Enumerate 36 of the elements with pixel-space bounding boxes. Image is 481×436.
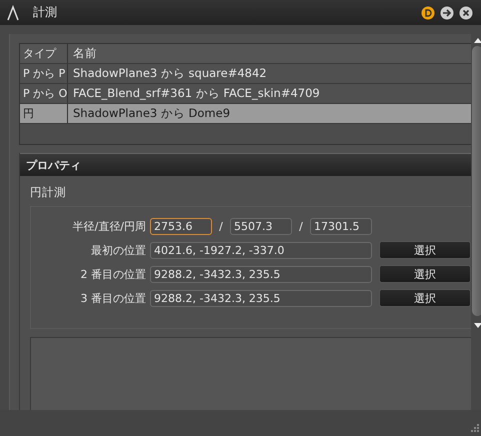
field-label: 半径/直径/円周 bbox=[72, 218, 147, 234]
separator-slash: / bbox=[218, 220, 224, 232]
input-field[interactable]: 5507.3 bbox=[230, 218, 292, 234]
separator-slash: / bbox=[298, 220, 304, 232]
input-field[interactable]: 9288.2, -3432.3, 235.5 bbox=[150, 266, 372, 282]
close-icon[interactable] bbox=[459, 6, 473, 20]
table-cell-text: ShadowPlane3 から square#4842 bbox=[72, 66, 267, 81]
app-logo-icon bbox=[7, 4, 19, 20]
table-row[interactable]: 円 ShadowPlane3 から Dome9 bbox=[20, 104, 471, 124]
input-field[interactable]: 9288.2, -3432.3, 235.5 bbox=[150, 290, 372, 306]
field-label: 3 番目の位置 bbox=[80, 290, 147, 306]
d-badge-icon[interactable] bbox=[421, 6, 435, 20]
select-button[interactable]: 選択 bbox=[379, 265, 471, 283]
table-cell-text: ShadowPlane3 から Dome9 bbox=[72, 106, 230, 121]
window-title: 計測 bbox=[33, 4, 57, 21]
table-cell-text: FACE_Blend_srf#361 から FACE_skin#4709 bbox=[72, 86, 320, 101]
input-field[interactable]: 2753.6 bbox=[150, 218, 212, 234]
resize-grip-icon[interactable] bbox=[469, 424, 479, 434]
column-header[interactable]: タイプ bbox=[20, 44, 68, 63]
column-header[interactable]: 名前 bbox=[68, 46, 97, 61]
table-cell: P から O bbox=[20, 84, 68, 103]
table-row[interactable]: P から P ShadowPlane3 から square#4842 bbox=[20, 64, 471, 84]
section-header: プロパティ bbox=[20, 153, 471, 176]
table-cell: 円 bbox=[20, 104, 68, 123]
field-label: 最初の位置 bbox=[90, 242, 147, 258]
table-row[interactable]: P から O FACE_Blend_srf#361 から FACE_skin#4709 bbox=[20, 84, 471, 104]
arrow-icon[interactable] bbox=[440, 6, 454, 20]
table-cell: P から P bbox=[20, 64, 68, 83]
input-field[interactable]: 17301.5 bbox=[310, 218, 372, 234]
select-button[interactable]: 選択 bbox=[379, 241, 471, 259]
scroll-up-icon[interactable] bbox=[474, 38, 481, 43]
field-label: 2 番目の位置 bbox=[80, 266, 147, 282]
scroll-down-icon[interactable] bbox=[474, 323, 481, 328]
input-field[interactable]: 4021.6, -1927.2, -337.0 bbox=[150, 242, 372, 258]
select-button[interactable]: 選択 bbox=[379, 289, 471, 307]
section-label: 円計測 bbox=[29, 184, 67, 201]
